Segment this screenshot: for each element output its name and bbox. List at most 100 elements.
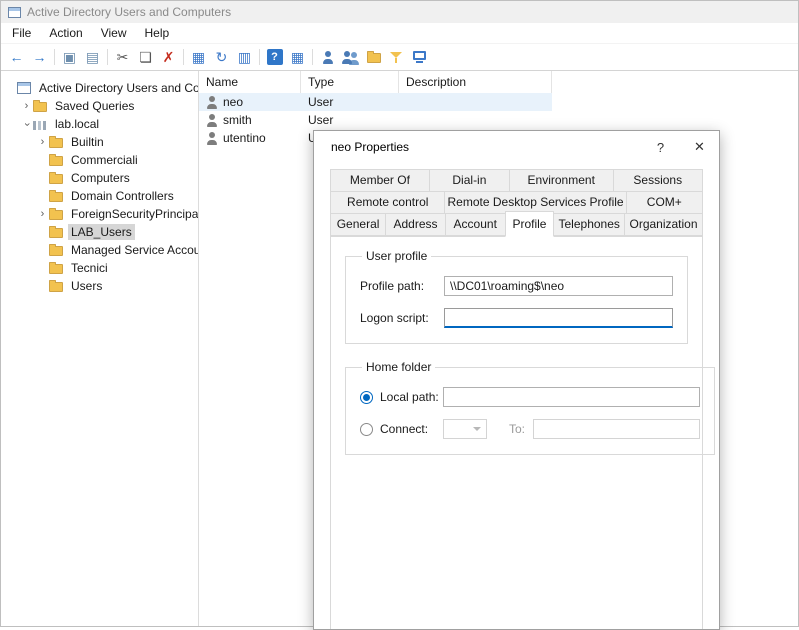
new-ou-button[interactable] [362, 46, 385, 68]
domain-icon [33, 119, 47, 130]
tab-row-3: General Address Account Profile Telephon… [330, 213, 703, 236]
chevron-right-icon[interactable] [36, 209, 49, 220]
new-group-button[interactable] [339, 46, 362, 68]
tree-item-computers[interactable]: Computers [1, 169, 198, 187]
list-cell-name: utentino [199, 131, 301, 145]
folder-icon [49, 228, 63, 238]
copy-button[interactable]: ❏ [134, 46, 157, 68]
tree-item-label: Active Directory Users and Com [36, 80, 199, 96]
tab-member-of[interactable]: Member Of [330, 169, 430, 192]
view-options-button[interactable]: ▦ [286, 46, 309, 68]
chevron-right-icon[interactable] [20, 101, 33, 112]
toolbar-separator [183, 49, 184, 65]
tree-item-label: LAB_Users [68, 224, 135, 240]
column-header-description[interactable]: Description [399, 71, 552, 93]
connect-row: Connect: To: [360, 418, 700, 440]
refresh-button[interactable]: ↻ [210, 46, 233, 68]
help-icon: ? [267, 49, 283, 65]
to-label: To: [509, 422, 525, 436]
user-icon [206, 132, 218, 145]
tree-item-tecnici[interactable]: Tecnici [1, 259, 198, 277]
list-cell-type: User [301, 95, 399, 109]
list-cell-name: smith [199, 113, 301, 127]
menu-action[interactable]: Action [40, 23, 91, 44]
logon-script-label: Logon script: [360, 311, 444, 325]
cut-button[interactable]: ✂ [111, 46, 134, 68]
profile-path-input[interactable] [444, 276, 673, 296]
back-button[interactable]: ← [5, 46, 28, 68]
folder-icon [49, 264, 63, 274]
dialog-title: neo Properties [331, 140, 409, 154]
tab-sessions[interactable]: Sessions [613, 169, 703, 192]
folder-icon [49, 246, 63, 256]
tab-com-plus[interactable]: COM+ [626, 191, 703, 214]
new-user-button[interactable] [316, 46, 339, 68]
menu-help[interactable]: Help [136, 23, 179, 44]
dialog-close-button[interactable]: ✕ [680, 131, 719, 163]
tree-item-saved-queries[interactable]: Saved Queries [1, 97, 198, 115]
tab-remote-control[interactable]: Remote control [330, 191, 445, 214]
user-name: utentino [223, 131, 266, 145]
monitor-icon [413, 51, 426, 60]
tab-organization[interactable]: Organization [624, 213, 703, 236]
set-filter-button[interactable] [385, 46, 408, 68]
tab-row-1: Member Of Dial-in Environment Sessions [330, 169, 703, 192]
window-title: Active Directory Users and Computers [27, 5, 231, 19]
connect-label: Connect: [380, 422, 443, 436]
tree-item-foreignsecurityprincipals[interactable]: ForeignSecurityPrincipals [1, 205, 198, 223]
show-action-pane-button[interactable]: ▤ [81, 46, 104, 68]
new-group-icon [342, 51, 359, 64]
toolbar: ← → ▣ ▤ ✂ ❏ ✗ ▦ ↻ ▥ ? ▦ [1, 44, 798, 71]
tree-item-lab-users[interactable]: LAB_Users [1, 223, 198, 241]
tree-item-commerciali[interactable]: Commerciali [1, 151, 198, 169]
list-row-neo[interactable]: neo User [199, 93, 552, 111]
tree-item-users[interactable]: Users [1, 277, 198, 295]
tree-item-root[interactable]: Active Directory Users and Com [1, 79, 198, 97]
tree-item-label: Users [68, 278, 105, 294]
chevron-right-icon[interactable] [36, 137, 49, 148]
tree-item-builtin[interactable]: Builtin [1, 133, 198, 151]
folder-icon [49, 156, 63, 166]
list-cell-name: neo [199, 95, 301, 109]
toolbar-separator [54, 49, 55, 65]
logon-script-input[interactable] [444, 308, 673, 328]
tab-profile[interactable]: Profile [505, 211, 555, 237]
folder-icon [49, 210, 63, 220]
dialog-help-button[interactable]: ? [641, 131, 680, 163]
local-path-radio[interactable] [360, 391, 373, 404]
folder-icon [33, 102, 47, 112]
tab-telephones[interactable]: Telephones [553, 213, 625, 236]
properties-button[interactable]: ▦ [187, 46, 210, 68]
folder-icon [49, 174, 63, 184]
list-cell-type: User [301, 113, 399, 127]
local-path-label: Local path: [380, 390, 443, 404]
menu-view[interactable]: View [92, 23, 136, 44]
user-profile-legend: User profile [362, 249, 431, 263]
list-row-smith[interactable]: smith User [199, 111, 552, 129]
tab-general[interactable]: General [330, 213, 386, 236]
tree-item-domain-controllers[interactable]: Domain Controllers [1, 187, 198, 205]
forward-button[interactable]: → [28, 46, 51, 68]
tab-dial-in[interactable]: Dial-in [429, 169, 510, 192]
tab-environment[interactable]: Environment [509, 169, 614, 192]
dialog-titlebar: neo Properties ? ✕ [314, 131, 719, 163]
tab-address[interactable]: Address [385, 213, 446, 236]
help-button[interactable]: ? [263, 46, 286, 68]
column-header-type[interactable]: Type [301, 71, 399, 93]
tab-account[interactable]: Account [445, 213, 506, 236]
show-console-tree-button[interactable]: ▣ [58, 46, 81, 68]
column-header-name[interactable]: Name [199, 71, 301, 93]
delete-button[interactable]: ✗ [157, 46, 180, 68]
tree-item-managed-service-accounts[interactable]: Managed Service Accoun [1, 241, 198, 259]
local-path-row: Local path: [360, 386, 700, 408]
menu-file[interactable]: File [3, 23, 40, 44]
tree-item-lab-local[interactable]: lab.local [1, 115, 198, 133]
connect-radio[interactable] [360, 423, 373, 436]
new-ou-icon [367, 53, 381, 63]
console-tree: Active Directory Users and Com Saved Que… [1, 71, 199, 626]
export-list-button[interactable]: ▥ [233, 46, 256, 68]
remote-monitor-button[interactable] [408, 46, 431, 68]
toolbar-separator [312, 49, 313, 65]
chevron-down-icon[interactable] [21, 118, 32, 131]
local-path-input[interactable] [443, 387, 700, 407]
